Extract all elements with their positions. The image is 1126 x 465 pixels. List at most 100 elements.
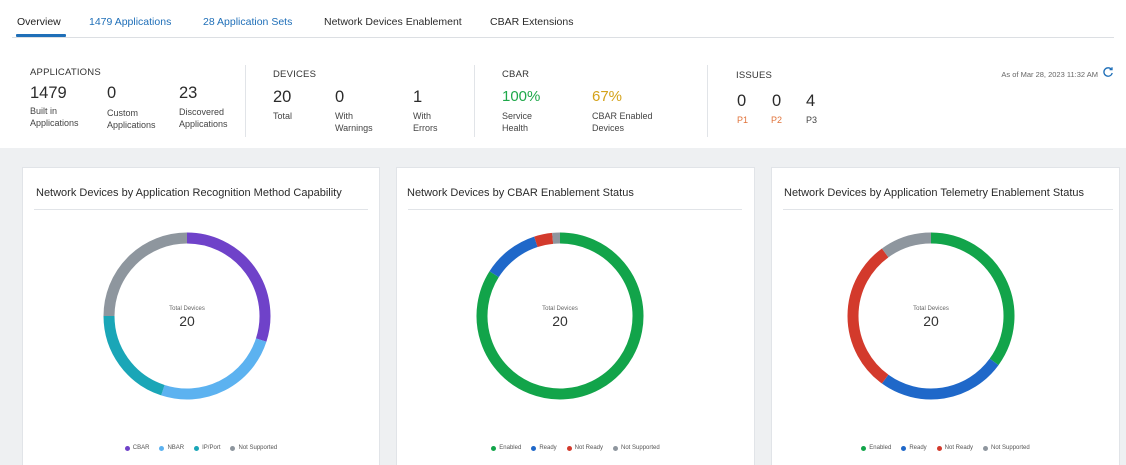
issues-p2-count[interactable]: 0 <box>772 92 781 111</box>
legend-swatch <box>983 445 989 451</box>
refresh-icon[interactable] <box>1102 66 1114 78</box>
donut-chart: Total Devices20 <box>476 232 644 400</box>
discovered-applications-label: Discovered Applications <box>179 107 228 129</box>
custom-applications-count[interactable]: 0 <box>107 84 116 103</box>
tab-bar: Overview 1479 Applications 28 Applicatio… <box>12 0 1114 38</box>
cbar-enabled-devices-label: CBAR Enabled Devices <box>592 111 653 133</box>
legend-label: Enabled <box>499 445 522 451</box>
legend-item[interactable]: Not Ready <box>936 445 974 451</box>
legend-label: Ready <box>539 445 557 451</box>
legend-swatch <box>566 445 572 451</box>
tab-cbar-extensions[interactable]: CBAR Extensions <box>490 16 573 28</box>
legend-label: CBAR <box>132 445 150 451</box>
legend-swatch <box>491 445 497 451</box>
applications-section-title: APPLICATIONS <box>30 67 101 78</box>
donut-segment-ready[interactable] <box>489 236 538 278</box>
built-in-applications-count[interactable]: 1479 <box>30 84 67 103</box>
legend-swatch <box>230 445 236 451</box>
legend-item[interactable]: Enabled <box>491 445 521 451</box>
recognition-method-card: Network Devices by Application Recogniti… <box>22 167 380 465</box>
legend-swatch <box>861 445 867 451</box>
summary-divider <box>474 65 475 137</box>
overview-header: Overview 1479 Applications 28 Applicatio… <box>0 0 1126 148</box>
last-updated-timestamp: As of Mar 28, 2023 11:32 AM <box>1001 70 1098 79</box>
custom-applications-label: Custom Applications <box>107 108 156 130</box>
donut-chart: Total Devices20 <box>103 232 271 400</box>
legend-item[interactable]: Enabled <box>861 445 891 451</box>
legend-item[interactable]: Ready <box>901 445 927 451</box>
issues-p2-label: P2 <box>771 115 783 125</box>
chart-legend: CBAR NBAR IP/Port Not Supported <box>23 445 379 451</box>
donut-center-value: 20 <box>923 313 939 329</box>
donut-segment-not-ready[interactable] <box>534 232 554 248</box>
donut-center-label: Total Devices <box>542 306 578 312</box>
issues-p3-label: P3 <box>806 115 818 125</box>
devices-with-warnings-count[interactable]: 0 <box>335 88 344 107</box>
legend-swatch <box>159 445 165 451</box>
legend-item[interactable]: Not Supported <box>983 445 1030 451</box>
legend-label: Not Supported <box>621 445 660 451</box>
issues-p1-count[interactable]: 0 <box>737 92 746 111</box>
legend-label: Not Ready <box>944 445 974 451</box>
donut-center-label: Total Devices <box>169 306 205 312</box>
issues-p3-count[interactable]: 4 <box>806 92 815 111</box>
legend-swatch <box>124 445 130 451</box>
card-divider <box>34 209 368 210</box>
summary-divider <box>245 65 246 137</box>
chart-legend: Enabled Ready Not Ready Not Supported <box>397 445 754 451</box>
legend-item[interactable]: NBAR <box>159 445 184 451</box>
cbar-section-title: CBAR <box>502 69 530 80</box>
legend-swatch <box>936 445 942 451</box>
legend-label: NBAR <box>167 445 185 451</box>
donut-segment-nbar[interactable] <box>161 338 267 400</box>
total-devices-label: Total <box>273 111 293 121</box>
built-in-applications-label: Built in Applications <box>30 106 79 128</box>
summary-divider <box>707 65 708 137</box>
cbar-enabled-devices-value[interactable]: 67% <box>592 88 622 105</box>
donut-segment-cbar[interactable] <box>186 232 271 342</box>
donut-segment-not-ready[interactable] <box>847 248 889 384</box>
cbar-enablement-card: Network Devices by CBAR Enablement Statu… <box>396 167 755 465</box>
issues-section-title: ISSUES <box>736 70 773 81</box>
donut-center-label: Total Devices <box>913 306 949 312</box>
donut-segment-not-supported[interactable] <box>103 232 188 317</box>
legend-label: Not Supported <box>238 445 278 451</box>
legend-label: Enabled <box>869 445 892 451</box>
issues-p1-label: P1 <box>737 115 749 125</box>
service-health-value: 100% <box>502 88 541 105</box>
legend-swatch <box>194 445 200 451</box>
legend-item[interactable]: Not Supported <box>613 445 660 451</box>
discovered-applications-count[interactable]: 23 <box>179 84 197 103</box>
donut-segment-enabled[interactable] <box>930 232 1015 366</box>
legend-swatch <box>531 445 537 451</box>
legend-label: IP/Port <box>202 445 221 451</box>
card-divider <box>783 209 1113 210</box>
tab-application-sets[interactable]: 28 Application Sets <box>203 16 292 28</box>
card-title: Network Devices by Application Recogniti… <box>36 187 342 199</box>
telemetry-enablement-card: Network Devices by Application Telemetry… <box>771 167 1120 465</box>
service-health-label: Service Health <box>502 111 533 133</box>
tab-applications[interactable]: 1479 Applications <box>89 16 171 28</box>
total-devices-count[interactable]: 20 <box>273 88 291 107</box>
chart-legend: Enabled Ready Not Ready Not Supported <box>772 445 1119 451</box>
devices-section-title: DEVICES <box>273 69 317 80</box>
donut-segment-ready[interactable] <box>881 358 999 400</box>
donut-segment-ip-port[interactable] <box>103 315 165 396</box>
legend-label: Not Ready <box>574 445 604 451</box>
card-title: Network Devices by Application Telemetry… <box>784 187 1084 199</box>
legend-item[interactable]: Not Ready <box>566 445 604 451</box>
donut-segment-not-supported[interactable] <box>881 232 932 258</box>
active-tab-indicator <box>16 34 66 37</box>
devices-with-errors-count[interactable]: 1 <box>413 88 422 107</box>
legend-swatch <box>901 445 907 451</box>
devices-with-errors-label: With Errors <box>413 111 438 133</box>
legend-item[interactable]: Ready <box>531 445 557 451</box>
legend-item[interactable]: Not Supported <box>230 445 277 451</box>
donut-center-value: 20 <box>179 313 195 329</box>
legend-label: Ready <box>909 445 927 451</box>
legend-item[interactable]: CBAR <box>124 445 150 451</box>
tab-network-devices-enablement[interactable]: Network Devices Enablement <box>324 16 462 28</box>
tab-overview[interactable]: Overview <box>17 16 61 28</box>
legend-item[interactable]: IP/Port <box>194 445 220 451</box>
devices-with-warnings-label: With Warnings <box>335 111 373 133</box>
